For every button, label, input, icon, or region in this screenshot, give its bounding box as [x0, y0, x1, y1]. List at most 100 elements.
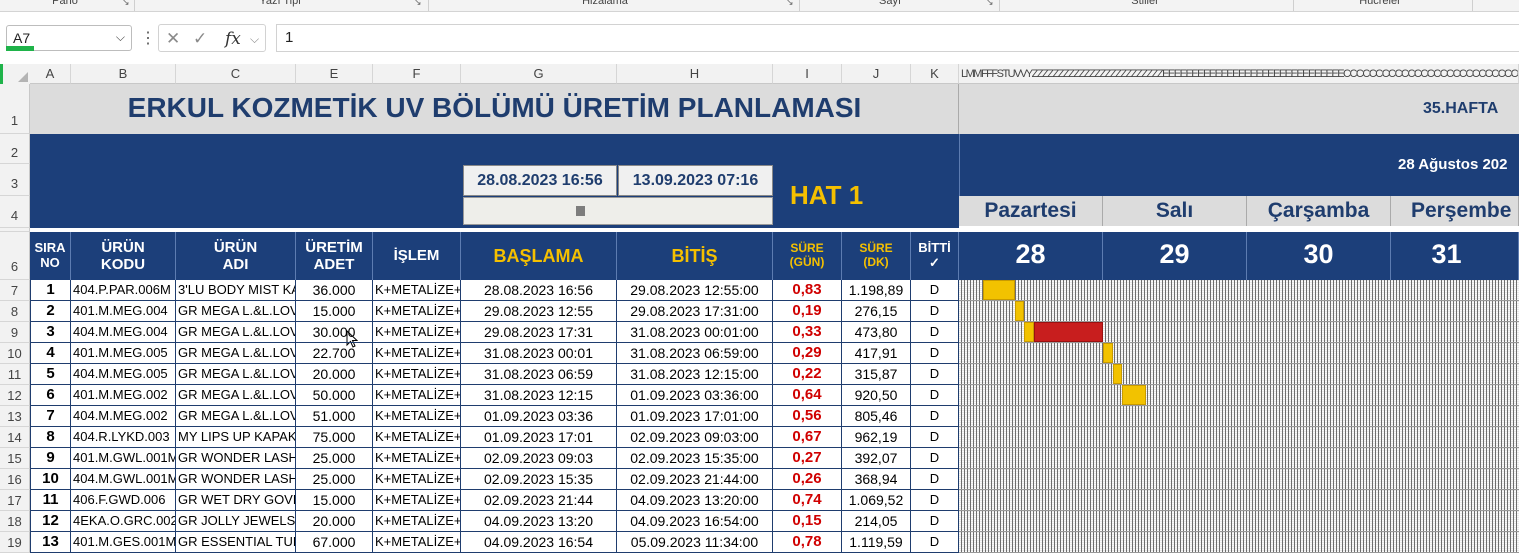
cell-no[interactable]: 3 — [30, 322, 71, 343]
cell-dk[interactable]: 1.069,52 — [842, 490, 911, 511]
cell-no[interactable]: 11 — [30, 490, 71, 511]
cell-dk[interactable]: 276,15 — [842, 301, 911, 322]
cell-gun[interactable]: 0,67 — [773, 427, 842, 448]
cell-kod[interactable]: 4EKA.O.GRC.002 — [71, 511, 176, 532]
cell-dk[interactable]: 473,80 — [842, 322, 911, 343]
row-header[interactable]: 19 — [0, 532, 30, 553]
cell-adet[interactable]: 50.000 — [296, 385, 373, 406]
cell-bitti[interactable]: D — [911, 280, 959, 301]
cell-adi[interactable]: 3'LU BODY MIST KAP — [176, 280, 296, 301]
cell-gun[interactable]: 0,74 — [773, 490, 842, 511]
cell-bas[interactable]: 31.08.2023 06:59 — [461, 364, 617, 385]
cell-gun[interactable]: 0,19 — [773, 301, 842, 322]
row-header[interactable]: 12 — [0, 385, 30, 406]
cell-dk[interactable]: 1.119,59 — [842, 532, 911, 553]
cell-kod[interactable]: 401.M.MEG.004 — [71, 301, 176, 322]
cell-gun[interactable]: 0,64 — [773, 385, 842, 406]
cell-bas[interactable]: 02.09.2023 21:44 — [461, 490, 617, 511]
column-header-i[interactable]: I — [773, 64, 842, 84]
cell-bas[interactable]: 01.09.2023 17:01 — [461, 427, 617, 448]
cell-no[interactable]: 5 — [30, 364, 71, 385]
column-header-gantt[interactable]: LMMFFFSTUVVYZZZZZZZZZZZZZZZZZZZZZZZZZEEE… — [959, 64, 1519, 84]
cell-gun[interactable]: 0,83 — [773, 280, 842, 301]
column-header-f[interactable]: F — [373, 64, 461, 84]
cell-islem[interactable]: K+METALİZE+Ü — [373, 280, 461, 301]
cell-adet[interactable]: 25.000 — [296, 469, 373, 490]
cell-bit[interactable]: 05.09.2023 11:34:00 — [617, 532, 773, 553]
cell-no[interactable]: 13 — [30, 532, 71, 553]
cell-bas[interactable]: 28.08.2023 16:56 — [461, 280, 617, 301]
cell-dk[interactable]: 315,87 — [842, 364, 911, 385]
cell-bit[interactable]: 02.09.2023 15:35:00 — [617, 448, 773, 469]
row-header[interactable]: 3 — [0, 164, 30, 196]
row-header[interactable]: 14 — [0, 427, 30, 448]
cell-adet[interactable]: 20.000 — [296, 364, 373, 385]
column-header-b[interactable]: B — [71, 64, 176, 84]
row-header[interactable]: 4 — [0, 196, 30, 228]
cell-islem[interactable]: K+METALİZE+Ü — [373, 406, 461, 427]
cell-kod[interactable]: 404.P.PAR.006M — [71, 280, 176, 301]
cell-bit[interactable]: 02.09.2023 09:03:00 — [617, 427, 773, 448]
dialog-launcher-icon[interactable]: ↘ — [414, 0, 422, 8]
cell-gun[interactable]: 0,26 — [773, 469, 842, 490]
cell-islem[interactable]: K+METALİZE+Ü — [373, 343, 461, 364]
cell-adi[interactable]: MY LIPS UP KAPAK(P — [176, 427, 296, 448]
cell-bit[interactable]: 31.08.2023 00:01:00 — [617, 322, 773, 343]
column-header-g[interactable]: G — [461, 64, 617, 84]
cell-no[interactable]: 8 — [30, 427, 71, 448]
cell-bit[interactable]: 02.09.2023 21:44:00 — [617, 469, 773, 490]
cell-bit[interactable]: 31.08.2023 12:15:00 — [617, 364, 773, 385]
cell-bitti[interactable]: D — [911, 448, 959, 469]
chevron-down-icon[interactable]: ⌵ — [250, 32, 259, 47]
cell-adi[interactable]: GR WONDER LASH M — [176, 448, 296, 469]
cell-adi[interactable]: GR WET DRY GOVDE — [176, 490, 296, 511]
row-header[interactable]: 7 — [0, 280, 30, 301]
cell-bas[interactable]: 31.08.2023 00:01 — [461, 343, 617, 364]
row-header[interactable]: 10 — [0, 343, 30, 364]
cell-no[interactable]: 1 — [30, 280, 71, 301]
column-header-k[interactable]: K — [911, 64, 959, 84]
cell-kod[interactable]: 404.R.LYKD.003 — [71, 427, 176, 448]
cell-adi[interactable]: GR WONDER LASH M — [176, 469, 296, 490]
row-header[interactable]: 16 — [0, 469, 30, 490]
cell-islem[interactable]: K+METALİZE+Ü — [373, 448, 461, 469]
cell-no[interactable]: 12 — [30, 511, 71, 532]
cell-bitti[interactable]: D — [911, 364, 959, 385]
cell-adi[interactable]: GR MEGA L.&L.LOVI — [176, 301, 296, 322]
cell-dk[interactable]: 1.198,89 — [842, 280, 911, 301]
cell-dk[interactable]: 368,94 — [842, 469, 911, 490]
cell-bitti[interactable]: D — [911, 385, 959, 406]
more-options-icon[interactable]: ⋮ — [140, 28, 156, 48]
cell-kod[interactable]: 404.M.MEG.002 — [71, 406, 176, 427]
cell-gun[interactable]: 0,56 — [773, 406, 842, 427]
cell-gun[interactable]: 0,78 — [773, 532, 842, 553]
cell-adet[interactable]: 67.000 — [296, 532, 373, 553]
cell-bas[interactable]: 04.09.2023 13:20 — [461, 511, 617, 532]
chevron-down-icon[interactable]: ⌵ — [116, 30, 125, 45]
cell-islem[interactable]: K+METALİZE+Ü — [373, 469, 461, 490]
cell-bas[interactable]: 04.09.2023 16:54 — [461, 532, 617, 553]
row-header[interactable]: 1 — [0, 84, 30, 134]
cell-dk[interactable]: 417,91 — [842, 343, 911, 364]
cell-adet[interactable]: 22.700 — [296, 343, 373, 364]
cell-adi[interactable]: GR JOLLY JEWELS/PI — [176, 511, 296, 532]
column-header-h[interactable]: H — [617, 64, 773, 84]
cell-adi[interactable]: GR MEGA L.&L.LOVI — [176, 364, 296, 385]
cell-bas[interactable]: 31.08.2023 12:15 — [461, 385, 617, 406]
cell-adet[interactable]: 15.000 — [296, 301, 373, 322]
cell-adet[interactable]: 51.000 — [296, 406, 373, 427]
cell-adet[interactable]: 20.000 — [296, 511, 373, 532]
cell-adi[interactable]: GR MEGA L.&L.LOVI — [176, 343, 296, 364]
row-header[interactable]: 6 — [0, 232, 30, 280]
row-header[interactable]: 13 — [0, 406, 30, 427]
cell-dk[interactable]: 962,19 — [842, 427, 911, 448]
cell-bas[interactable]: 01.09.2023 03:36 — [461, 406, 617, 427]
row-header[interactable]: 17 — [0, 490, 30, 511]
cell-adi[interactable]: GR ESSENTIAL TUP ( — [176, 532, 296, 553]
cell-islem[interactable]: K+METALİZE+Ü — [373, 427, 461, 448]
cell-kod[interactable]: 404.M.MEG.004 — [71, 322, 176, 343]
cell-bitti[interactable]: D — [911, 469, 959, 490]
dialog-launcher-icon[interactable]: ↘ — [122, 0, 130, 8]
cell-no[interactable]: 6 — [30, 385, 71, 406]
cell-adi[interactable]: GR MEGA L.&L.LOVI — [176, 385, 296, 406]
